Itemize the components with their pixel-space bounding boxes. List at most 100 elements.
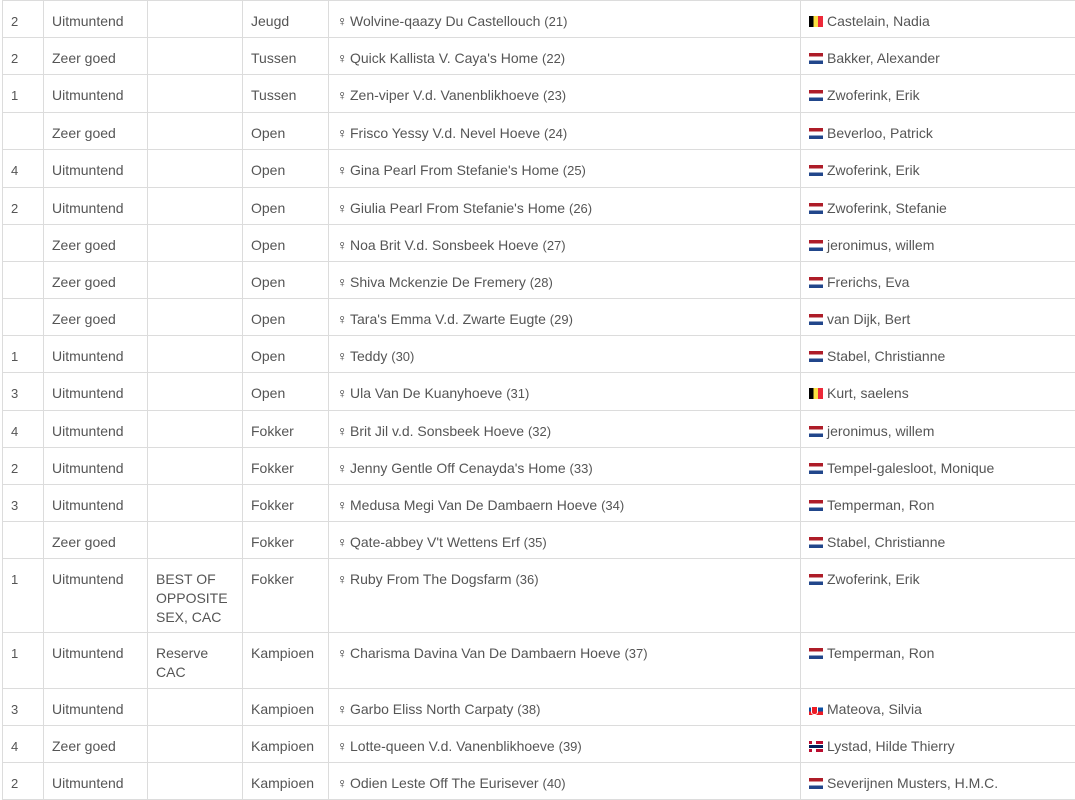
dog-name-link[interactable]: Jenny Gentle Off Cenayda's Home [350,460,566,476]
dog-cell: ♀ Quick Kallista V. Caya's Home (22) [328,37,801,75]
dog-name-link[interactable]: Noa Brit V.d. Sonsbeek Hoeve [350,237,539,253]
qualification-cell: Uitmuntend [43,149,148,188]
qualification-cell: Uitmuntend [43,0,148,38]
catalog-number: (26) [568,201,593,216]
award-cell [147,484,243,522]
flag-nl-icon [809,90,823,101]
dog-name-link[interactable]: Gina Pearl From Stefanie's Home [350,162,559,178]
class-cell: Fokker [242,484,329,522]
dog-name-link[interactable]: Shiva Mckenzie De Fremery [350,274,526,290]
qualification-cell: Uitmuntend [43,484,148,522]
class-cell: Kampioen [242,688,329,726]
dog-name-link[interactable]: Medusa Megi Van De Dambaern Hoeve [350,497,597,513]
dog-name-link[interactable]: Quick Kallista V. Caya's Home [350,50,538,66]
table-row: 2 Uitmuntend Fokker ♀ Jenny Gentle Off Cenay… [2,447,1075,485]
table-row: 1 Uitmuntend Open ♀ Teddy (30) Stabel, Christ… [2,335,1075,373]
flag-nl-icon [809,426,823,437]
qualification-cell: Uitmuntend [43,410,148,448]
qualification-cell: Uitmuntend [43,187,148,225]
class-cell: Open [242,335,329,373]
placement-cell [2,521,44,559]
female-icon: ♀ [337,274,348,290]
dog-name-link[interactable]: Odien Leste Off The Eurisever [350,775,539,791]
class-cell: Fokker [242,447,329,485]
dog-name-link[interactable]: Wolvine-qaazy Du Castellouch [350,13,540,29]
placement-cell [2,224,44,262]
table-row: 3 Uitmuntend Fokker ♀ Medusa Megi Van De Dam… [2,484,1075,522]
female-icon: ♀ [337,571,348,587]
qualification-cell: Zeer goed [43,112,148,150]
dog-name-link[interactable]: Lotte-queen V.d. Vanenblikhoeve [350,738,555,754]
table-row: 3 Uitmuntend Open ♀ Ula Van De Kuanyhoeve (3… [2,372,1075,411]
owner-name: jeronimus, willem [827,237,935,253]
award-cell [147,261,243,299]
dog-name-link[interactable]: Brit Jil v.d. Sonsbeek Hoeve [350,423,524,439]
class-cell: Open [242,224,329,262]
placement-cell: 1 [2,632,44,689]
award-cell [147,37,243,75]
award-cell [147,688,243,726]
owner-cell: Kurt, saelens [800,372,1075,411]
class-cell: Fokker [242,410,329,448]
placement-cell [2,298,44,336]
dog-name-link[interactable]: Frisco Yessy V.d. Nevel Hoeve [350,125,540,141]
award-cell [147,298,243,336]
qualification-cell: Uitmuntend [43,74,148,113]
dog-name-link[interactable]: Teddy [350,348,387,364]
dog-cell: ♀ Garbo Eliss North Carpaty (38) [328,688,801,726]
catalog-number: (33) [569,461,593,476]
flag-be-icon [809,388,823,399]
owner-cell: Temperman, Ron [800,632,1075,689]
catalog-number: (30) [391,349,415,364]
placement-cell: 2 [2,187,44,225]
dog-cell: ♀ Brit Jil v.d. Sonsbeek Hoeve (32) [328,410,801,448]
dog-name-link[interactable]: Ruby From The Dogsfarm [350,571,512,587]
dog-name-link[interactable]: Qate-abbey V't Wettens Erf [350,534,520,550]
results-table-body: 2 Uitmuntend Jeugd ♀ Wolvine-qaazy Du Castel… [2,0,1075,800]
dog-name-link[interactable]: Zen-viper V.d. Vanenblikhoeve [350,87,539,103]
qualification-cell: Uitmuntend [43,447,148,485]
dog-cell: ♀ Gina Pearl From Stefanie's Home (25) [328,149,801,188]
dog-cell: ♀ Qate-abbey V't Wettens Erf (35) [328,521,801,559]
owner-name: Beverloo, Patrick [827,125,933,141]
award-cell [147,112,243,150]
placement-cell: 1 [2,335,44,373]
owner-cell: Temperman, Ron [800,484,1075,522]
class-cell: Tussen [242,74,329,113]
dog-name-link[interactable]: Giulia Pearl From Stefanie's Home [350,200,565,216]
owner-name: Mateova, Silvia [827,701,922,717]
table-row: 2 Uitmuntend Open ♀ Giulia Pearl From Stefan… [2,187,1075,225]
flag-nl-icon [809,128,823,139]
class-cell: Open [242,372,329,411]
dog-name-link[interactable]: Charisma Davina Van De Dambaern Hoeve [350,645,621,661]
table-row: Zeer goed Open ♀ Tara's Emma V.d. Zwarte Eu… [2,298,1075,336]
female-icon: ♀ [337,738,348,754]
catalog-number: (25) [562,163,586,178]
flag-nl-icon [809,277,823,288]
table-row: 3 Uitmuntend Kampioen ♀ Garbo Eliss North Ca… [2,688,1075,726]
placement-cell [2,112,44,150]
dog-name-link[interactable]: Ula Van De Kuanyhoeve [350,385,502,401]
placement-cell: 1 [2,74,44,113]
qualification-cell: Zeer goed [43,37,148,75]
owner-name: Zwoferink, Erik [827,87,920,103]
table-row: Zeer goed Open ♀ Noa Brit V.d. Sonsbeek Hoe… [2,224,1075,262]
dog-cell: ♀ Jenny Gentle Off Cenayda's Home (33) [328,447,801,485]
dog-name-link[interactable]: Garbo Eliss North Carpaty [350,701,513,717]
award-cell [147,410,243,448]
class-cell: Fokker [242,521,329,559]
catalog-number: (31) [506,386,530,401]
qualification-cell: Zeer goed [43,224,148,262]
dog-name-link[interactable]: Tara's Emma V.d. Zwarte Eugte [350,311,546,327]
female-icon: ♀ [337,645,348,661]
dog-cell: ♀ Frisco Yessy V.d. Nevel Hoeve (24) [328,112,801,150]
owner-cell: Zwoferink, Erik [800,74,1075,113]
flag-nl-icon [809,463,823,474]
award-cell [147,521,243,559]
class-cell: Kampioen [242,725,329,763]
class-cell: Tussen [242,37,329,75]
catalog-number: (37) [624,646,648,661]
owner-cell: Lystad, Hilde Thierry [800,725,1075,763]
owner-cell: Tempel-galesloot, Monique [800,447,1075,485]
placement-cell: 2 [2,447,44,485]
